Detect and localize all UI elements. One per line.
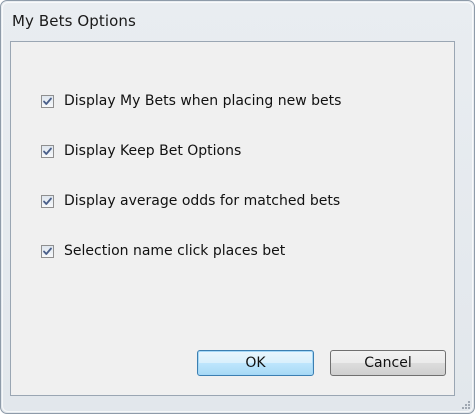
option-label: Selection name click places bet [64, 243, 286, 259]
dialog-content-area: Display My Bets when placing new bets Di… [10, 41, 455, 396]
title-bar[interactable]: My Bets Options [1, 1, 474, 41]
resize-grip-icon[interactable] [459, 398, 471, 410]
option-label: Display average odds for matched bets [64, 193, 341, 209]
option-selection-name-click[interactable]: Selection name click places bet [41, 241, 285, 261]
option-display-average-odds[interactable]: Display average odds for matched bets [41, 191, 340, 211]
option-display-my-bets[interactable]: Display My Bets when placing new bets [41, 91, 341, 111]
option-label: Display My Bets when placing new bets [64, 93, 342, 109]
checkbox-checked-icon[interactable] [41, 244, 54, 258]
ok-button[interactable]: OK [197, 350, 314, 376]
checkbox-checked-icon[interactable] [41, 144, 54, 158]
checkbox-checked-icon[interactable] [41, 94, 54, 108]
cancel-button[interactable]: Cancel [330, 350, 446, 376]
dialog-window: My Bets Options Display My Bets when pla… [0, 0, 475, 414]
option-label: Display Keep Bet Options [64, 143, 242, 159]
dialog-title: My Bets Options [12, 12, 136, 30]
checkbox-checked-icon[interactable] [41, 194, 54, 208]
option-display-keep-bet[interactable]: Display Keep Bet Options [41, 141, 241, 161]
